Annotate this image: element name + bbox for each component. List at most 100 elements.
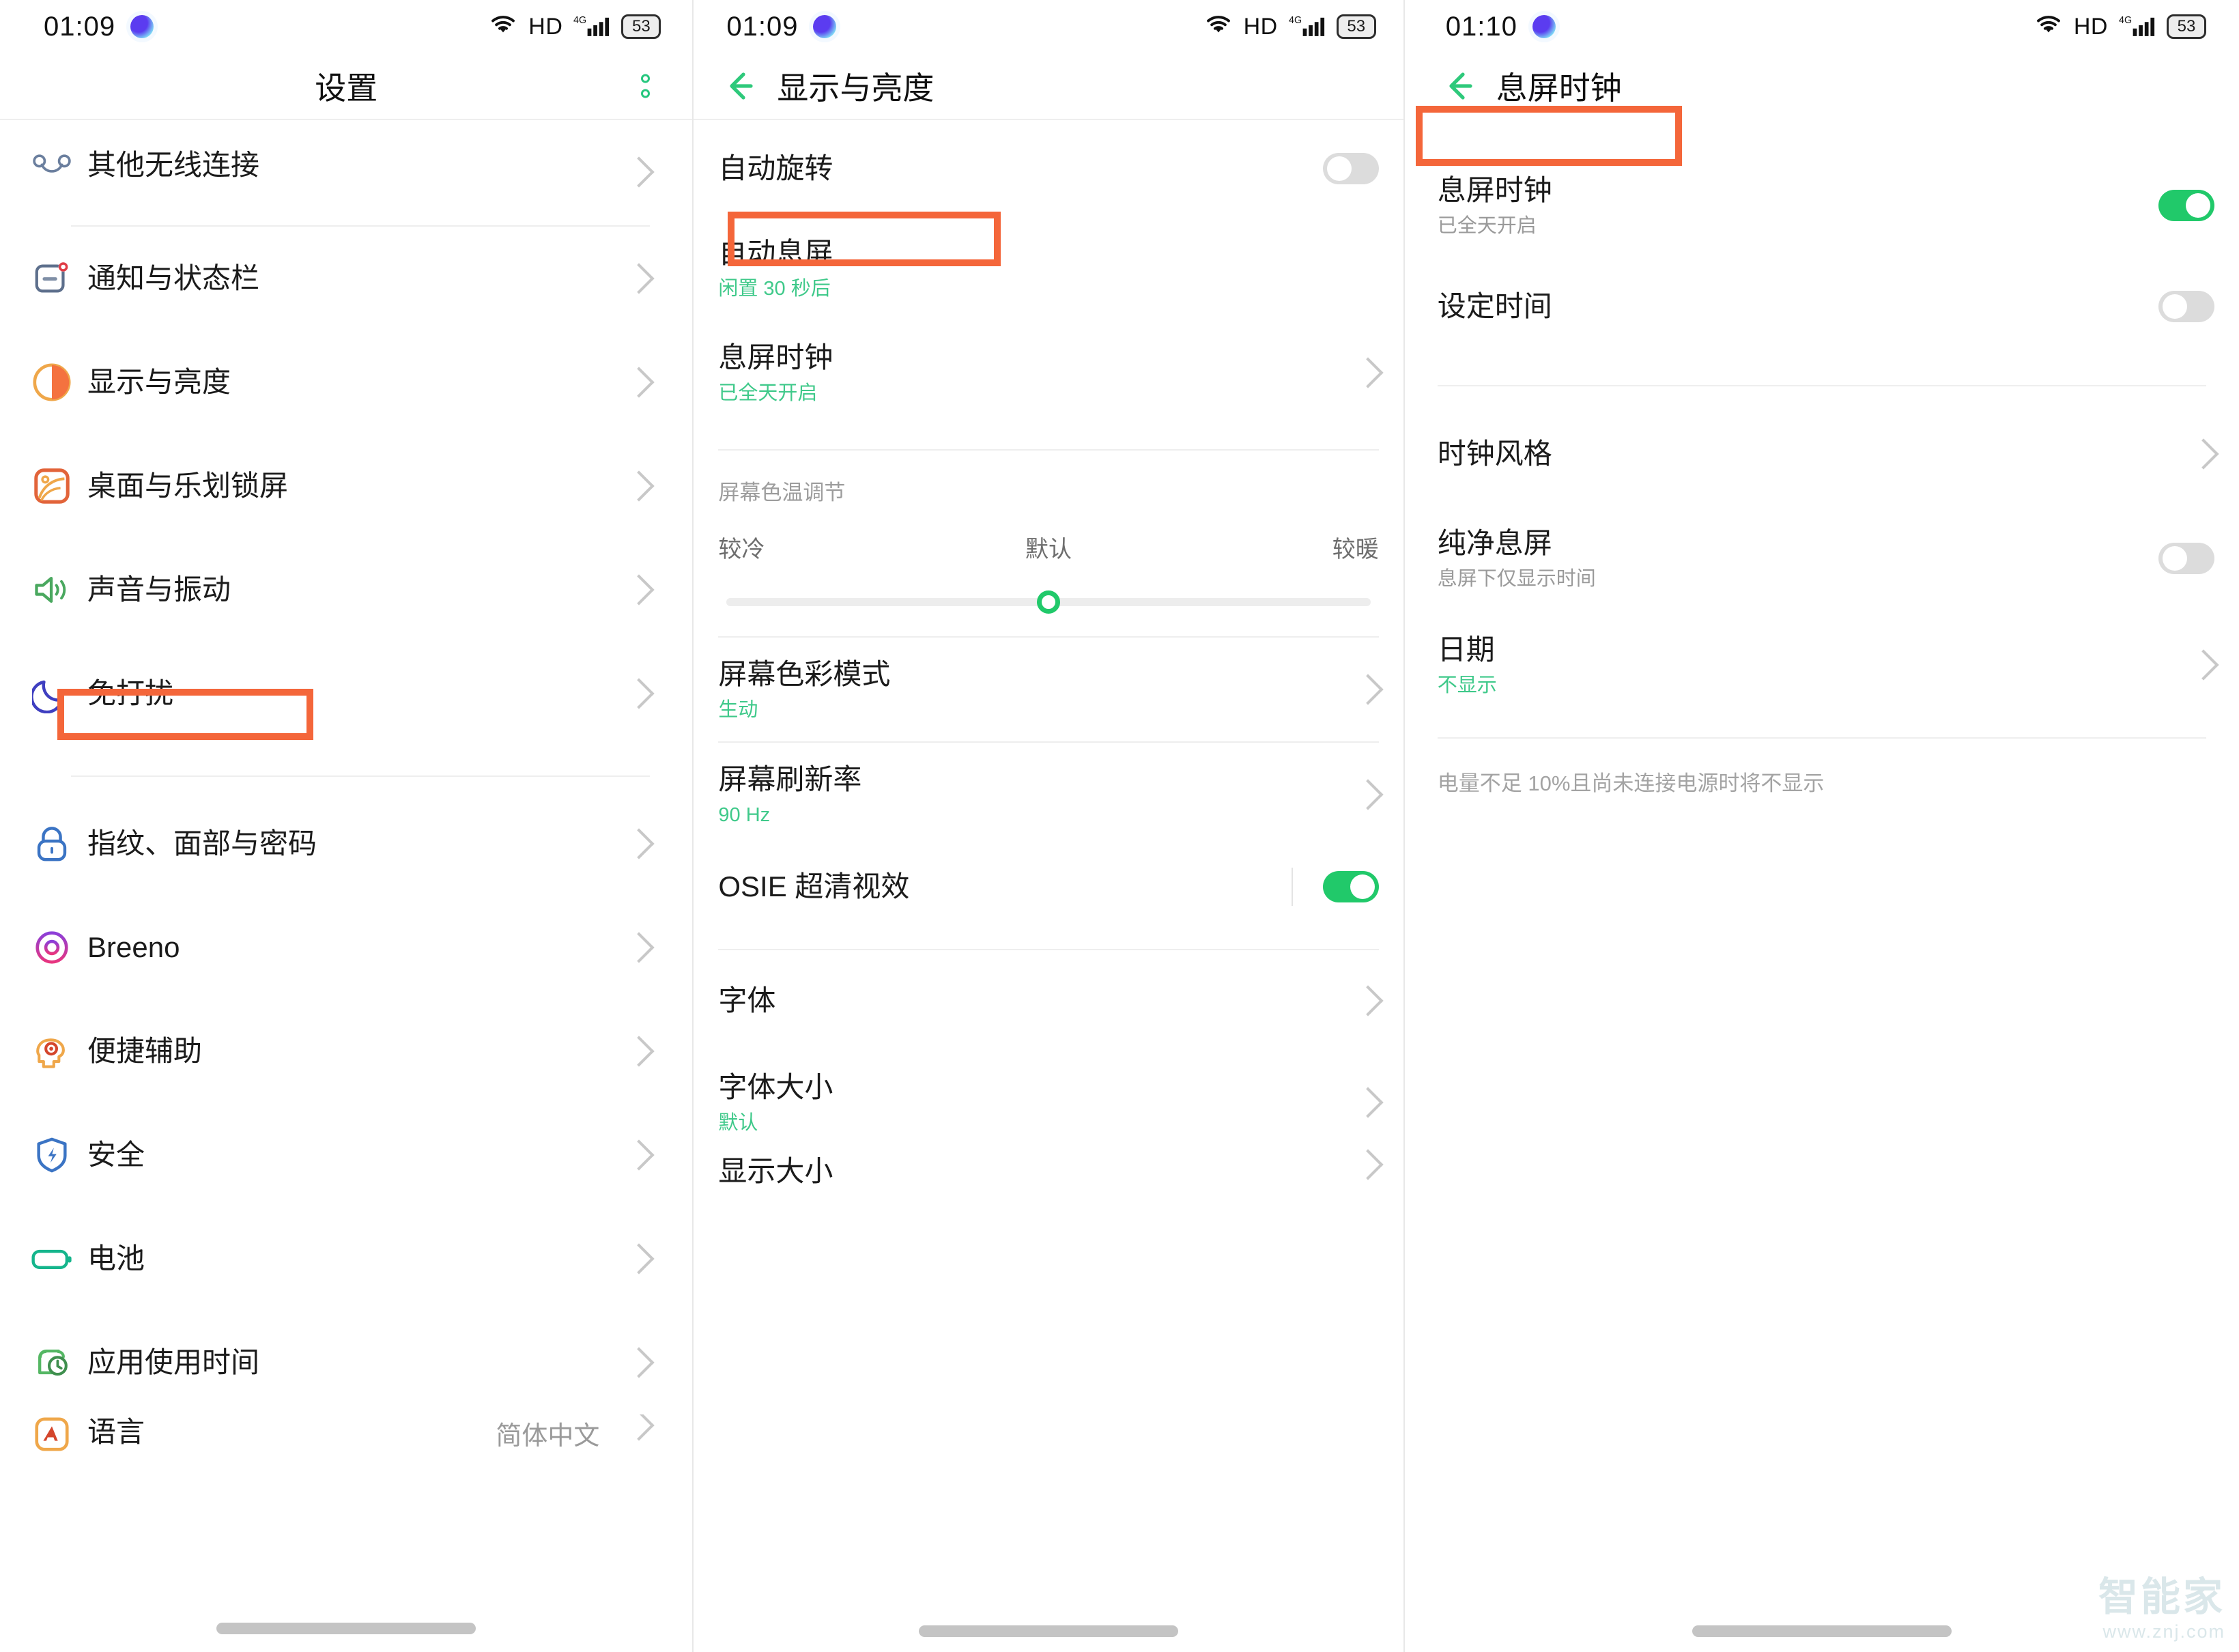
bluetooth-nfc-icon [16,152,87,183]
moon-icon [16,674,87,713]
watermark-brand: 智能家 [2098,1578,2225,1617]
row-label: 自动息屏 [718,236,1378,272]
sidebar-item-sound-vibration[interactable]: 声音与振动 [0,538,692,642]
row-always-on-clock[interactable]: 息屏时钟 已全天开启 [1405,154,2239,257]
chevron-right-icon [624,367,655,397]
row-osie[interactable]: OSIE 超清视效 [694,846,1403,927]
back-arrow-icon[interactable] [1438,66,1479,106]
sidebar-item-other-wireless[interactable]: 其他无线连接 [0,120,692,183]
app-indicator-dot-icon [813,15,836,38]
sidebar-item-fingerprint-face-password[interactable]: 指纹、面部与密码 [0,792,692,896]
pure-aod-toggle[interactable] [2158,543,2214,574]
chevron-right-icon [1352,1087,1383,1117]
wifi-icon [489,14,517,40]
osie-toggle[interactable] [1323,871,1379,902]
language-icon [16,1414,87,1454]
row-text: Breeno [87,930,614,966]
hd-label: HD [1244,14,1278,40]
row-text: 显示与亮度 [87,365,614,401]
chevron-right-icon [624,828,655,859]
color-temperature-section: 屏幕色温调节 较冷 默认 较暖 [694,475,1403,606]
chevron-right-icon [2188,438,2219,469]
row-label: 显示大小 [718,1154,1343,1190]
sidebar-item-label: 应用使用时间 [87,1345,614,1381]
always-on-clock-screen: 01:10 HD 4G 53 [1403,0,2239,1652]
row-pure-aod[interactable]: 纯净息屏 息屏下仅显示时间 [1405,505,2239,612]
shield-icon [16,1135,87,1175]
row-clock-style[interactable]: 时钟风格 [1405,403,2239,505]
row-font-size[interactable]: 字体大小 默认 [694,1051,1403,1154]
sidebar-item-do-not-disturb[interactable]: 免打扰 [0,642,692,745]
site-watermark: 智能家 www.znj.com [2098,1578,2225,1641]
sidebar-item-language[interactable]: 语言 简体中文 [0,1414,692,1496]
lock-icon [16,824,87,864]
row-set-time[interactable]: 设定时间 [1405,257,2239,356]
row-auto-screen-off[interactable]: 自动息屏 闲置 30 秒后 [694,217,1403,319]
row-value: 默认 [718,1111,1343,1135]
status-bar: 01:09 HD 4G 53 [694,0,1403,53]
always-on-clock-toggle[interactable] [2158,190,2214,221]
more-options-icon[interactable] [641,74,650,98]
sidebar-item-display-brightness[interactable]: 显示与亮度 [0,330,692,434]
chevron-right-icon [1352,674,1383,704]
chevron-right-icon [2188,649,2219,680]
slider-handle[interactable] [1037,590,1060,614]
sidebar-item-battery[interactable]: 电池 [0,1207,692,1311]
set-time-toggle[interactable] [2158,291,2214,322]
status-bar: 01:10 HD 4G 53 [1405,0,2239,53]
sidebar-item-app-usage-time[interactable]: 应用使用时间 [0,1311,692,1414]
row-label: 纯净息屏 [1438,526,2158,562]
settings-list: 其他无线连接 通知与状态栏 [0,119,692,1496]
battery-percentage: 53 [1337,14,1376,39]
row-label: OSIE 超清视效 [718,869,1291,905]
always-on-clock-list: 息屏时钟 已全天开启 设定时间 时钟风格 [1405,119,2239,797]
sidebar-item-convenience-aids[interactable]: 便捷辅助 [0,999,692,1103]
row-label: 息屏时钟 [1438,173,2158,209]
svg-text:4G: 4G [573,14,586,25]
row-text: 声音与振动 [87,572,614,608]
row-label: 自动旋转 [718,151,1322,187]
row-text: 便捷辅助 [87,1034,614,1070]
tick-default: 默认 [1025,530,1072,564]
status-time: 01:10 [1446,12,1517,42]
tick-warm: 较暖 [1332,530,1379,564]
sidebar-item-label: Breeno [87,930,614,966]
row-screen-color-mode[interactable]: 屏幕色彩模式 生动 [694,638,1403,741]
row-value: 已全天开启 [1438,214,2158,238]
home-indicator [216,1623,476,1634]
breeno-icon [16,928,87,967]
row-label: 设定时间 [1438,289,2158,325]
row-text: 通知与状态栏 [87,261,614,297]
sidebar-item-label: 指纹、面部与密码 [87,826,614,862]
row-date[interactable]: 日期 不显示 [1405,612,2239,718]
sidebar-item-breeno[interactable]: Breeno [0,896,692,999]
color-temperature-slider[interactable] [726,598,1370,606]
cellular-signal-icon: 4G [1289,13,1326,41]
status-time: 01:09 [44,12,115,42]
row-refresh-rate[interactable]: 屏幕刷新率 90 Hz [694,743,1403,846]
row-text: 免打扰 [87,676,614,712]
display-title-bar: 显示与亮度 [694,53,1403,119]
row-text: 语言 [87,1414,496,1451]
row-auto-rotate[interactable]: 自动旋转 [694,120,1403,217]
settings-screen: 01:09 HD 4G 53 [0,0,692,1652]
row-text: 字体大小 默认 [718,1070,1343,1135]
wifi-icon [1204,14,1233,40]
sidebar-item-label: 便捷辅助 [87,1034,614,1070]
display-settings-list: 自动旋转 自动息屏 闲置 30 秒后 息屏时钟 已全天开启 [694,120,1403,1236]
back-arrow-icon[interactable] [718,66,759,106]
row-label: 息屏时钟 [718,340,1343,376]
row-font[interactable]: 字体 [694,950,1403,1051]
sidebar-item-notifications[interactable]: 通知与状态栏 [0,227,692,330]
status-bar-right: HD 4G 53 [1204,13,1376,41]
svg-text:4G: 4G [1289,14,1302,25]
row-always-on-clock[interactable]: 息屏时钟 已全天开启 [694,319,1403,426]
auto-rotate-toggle[interactable] [1323,153,1379,184]
toggle-separator [1292,868,1293,906]
row-display-size[interactable]: 显示大小 [694,1154,1403,1236]
watermark-url: www.znj.com [2098,1623,2225,1641]
sidebar-item-wallpaper-lockscreen[interactable]: 桌面与乐划锁屏 [0,434,692,538]
chevron-right-icon [624,1139,655,1170]
app-indicator-dot-icon [130,15,154,38]
sidebar-item-security[interactable]: 安全 [0,1103,692,1207]
